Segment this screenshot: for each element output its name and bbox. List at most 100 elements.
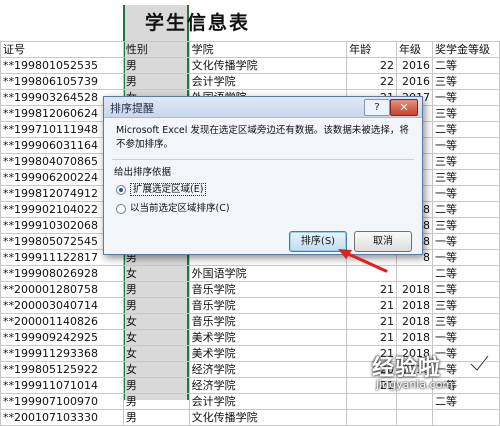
dialog-title: 排序提醒 (110, 102, 154, 115)
table-cell[interactable]: 男 (122, 73, 190, 90)
dialog-message: Microsoft Excel 发现在选定区域旁边还有数据。该数据未被选择，将不… (116, 125, 409, 150)
table-cell[interactable]: **200001280758 (0, 281, 124, 298)
table-cell[interactable]: 文化传播学院 (188, 409, 348, 426)
table-cell[interactable]: 2016 (396, 73, 433, 90)
checkmark-icon (469, 354, 490, 373)
table-cell[interactable]: 男 (122, 297, 190, 314)
table-cell[interactable] (431, 409, 500, 426)
table-cell[interactable]: **200107103330 (0, 409, 124, 426)
radio-unselected-icon (116, 203, 126, 214)
table-cell[interactable]: 女 (122, 345, 190, 362)
table-row: **200001280758 男音乐学院 21 2018 二等 (0, 281, 500, 298)
close-button[interactable]: ✕ (390, 99, 418, 116)
table-cell[interactable]: 音乐学院 (188, 281, 348, 298)
table-cell[interactable]: 三等 (431, 217, 500, 234)
table-cell[interactable] (396, 409, 433, 426)
current-selection-radio[interactable]: 以当前选定区域排序(C) (116, 200, 230, 214)
current-selection-label: 以当前选定区域排序(C) (130, 203, 230, 214)
help-button[interactable]: ? (364, 99, 390, 116)
table-cell[interactable]: 女 (122, 265, 190, 282)
table-cell[interactable] (396, 265, 433, 282)
table-cell[interactable]: 女 (122, 329, 190, 346)
table-cell[interactable]: 2018 (396, 281, 433, 298)
table-cell[interactable]: 女 (122, 313, 190, 330)
table-cell[interactable]: 一等 (431, 233, 500, 250)
table-cell[interactable]: 三等 (431, 169, 500, 186)
table-cell[interactable]: 美术学院 (188, 329, 348, 346)
table-cell[interactable]: 三等 (431, 105, 500, 122)
table-cell[interactable]: 男 (122, 57, 190, 74)
table-cell[interactable]: **200001140826 (0, 313, 124, 330)
radio-selected-icon (116, 184, 126, 195)
table-cell[interactable]: 经济学院 (188, 377, 348, 394)
table-cell[interactable]: 男 (122, 409, 190, 426)
table-cell[interactable]: 二等 (431, 265, 500, 282)
table-cell[interactable]: **199806105739 (0, 73, 124, 90)
table-cell[interactable]: 2018 (396, 329, 433, 346)
table-cell[interactable]: 二等 (431, 57, 500, 74)
table-cell[interactable]: 三等 (431, 313, 500, 330)
table-row: **199908026928 女外国语学院 二等 (0, 265, 500, 282)
table-row: **200107103330 男文化传播学院 (0, 409, 500, 426)
column-header[interactable]: 性别 (122, 41, 190, 58)
table-cell[interactable]: 一等 (431, 89, 500, 106)
sort-basis-label: 给出排序依据 (114, 167, 172, 178)
expand-selection-radio[interactable]: 扩展选定区域(E) (116, 181, 207, 196)
column-header[interactable]: 年级 (396, 41, 433, 58)
table-cell[interactable]: 一等 (431, 185, 500, 202)
table-cell[interactable]: 一等 (431, 249, 500, 266)
table-cell[interactable]: 男 (122, 377, 190, 394)
table-cell[interactable]: 音乐学院 (188, 313, 348, 330)
table-cell[interactable]: 二等 (431, 121, 500, 138)
sort-warning-dialog: 排序提醒 ? ✕ Microsoft Excel 发现在选定区域旁边还有数据。该… (103, 96, 423, 255)
dialog-body: Microsoft Excel 发现在选定区域旁边还有数据。该数据未被选择，将不… (104, 118, 422, 254)
table-cell[interactable]: 经济学院 (188, 361, 348, 378)
table-cell[interactable]: 会计学院 (188, 393, 348, 410)
table-row: **199801052535 男文化传播学院 22 2016 二等 (0, 57, 500, 74)
table-cell[interactable]: 21 (346, 313, 398, 330)
table-cell[interactable] (346, 409, 398, 426)
table-cell[interactable]: **199908026928 (0, 265, 124, 282)
table-cell[interactable]: 男 (122, 393, 190, 410)
column-header[interactable]: 证号 (0, 41, 124, 58)
table-cell[interactable]: 会计学院 (188, 73, 348, 90)
table-cell[interactable]: 21 (346, 281, 398, 298)
table-cell[interactable]: 二等 (431, 201, 500, 218)
column-header[interactable]: 学院 (188, 41, 348, 58)
table-cell[interactable]: 一等 (431, 329, 500, 346)
table-cell[interactable]: **199909242925 (0, 329, 124, 346)
table-cell[interactable]: 音乐学院 (188, 297, 348, 314)
table-cell[interactable]: 三等 (431, 153, 500, 170)
sheet-title: 学生信息表 (145, 12, 251, 34)
table-cell[interactable]: 文化传播学院 (188, 57, 348, 74)
table-cell[interactable]: **199911293368 (0, 345, 124, 362)
table-cell[interactable]: 三等 (431, 73, 500, 90)
table-cell[interactable]: 22 (346, 57, 398, 74)
table-cell[interactable]: 2016 (396, 57, 433, 74)
table-cell[interactable]: 二等 (431, 281, 500, 298)
table-row: **199806105739 男会计学院 22 2016 三等 (0, 73, 500, 90)
table-cell[interactable]: 女 (122, 361, 190, 378)
table-cell[interactable]: **199911071014 (0, 377, 124, 394)
column-header[interactable]: 奖学金等级 (431, 41, 500, 58)
dialog-divider (112, 159, 414, 160)
table-cell[interactable]: 三等 (431, 297, 500, 314)
table-cell[interactable]: 21 (346, 297, 398, 314)
table-cell[interactable]: 2018 (396, 297, 433, 314)
dialog-titlebar[interactable]: 排序提醒 ? ✕ (104, 97, 422, 118)
watermark-url: jingyanla.com (376, 378, 454, 391)
table-cell[interactable]: 一等 (431, 137, 500, 154)
table-cell[interactable]: 2018 (396, 313, 433, 330)
table-cell[interactable]: **199805125922 (0, 361, 124, 378)
table-cell[interactable]: **199907100970 (0, 393, 124, 410)
table-cell[interactable]: 美术学院 (188, 345, 348, 362)
table-cell[interactable]: **200003040714 (0, 297, 124, 314)
table-cell[interactable]: 外国语学院 (188, 265, 348, 282)
expand-selection-label: 扩展选定区域(E) (130, 183, 207, 196)
table-cell[interactable]: **199801052535 (0, 57, 124, 74)
column-header[interactable]: 年龄 (346, 41, 398, 58)
table-cell[interactable]: 男 (122, 281, 190, 298)
table-cell[interactable]: 22 (346, 73, 398, 90)
red-arrow-icon (338, 249, 388, 273)
table-cell[interactable]: 21 (346, 329, 398, 346)
